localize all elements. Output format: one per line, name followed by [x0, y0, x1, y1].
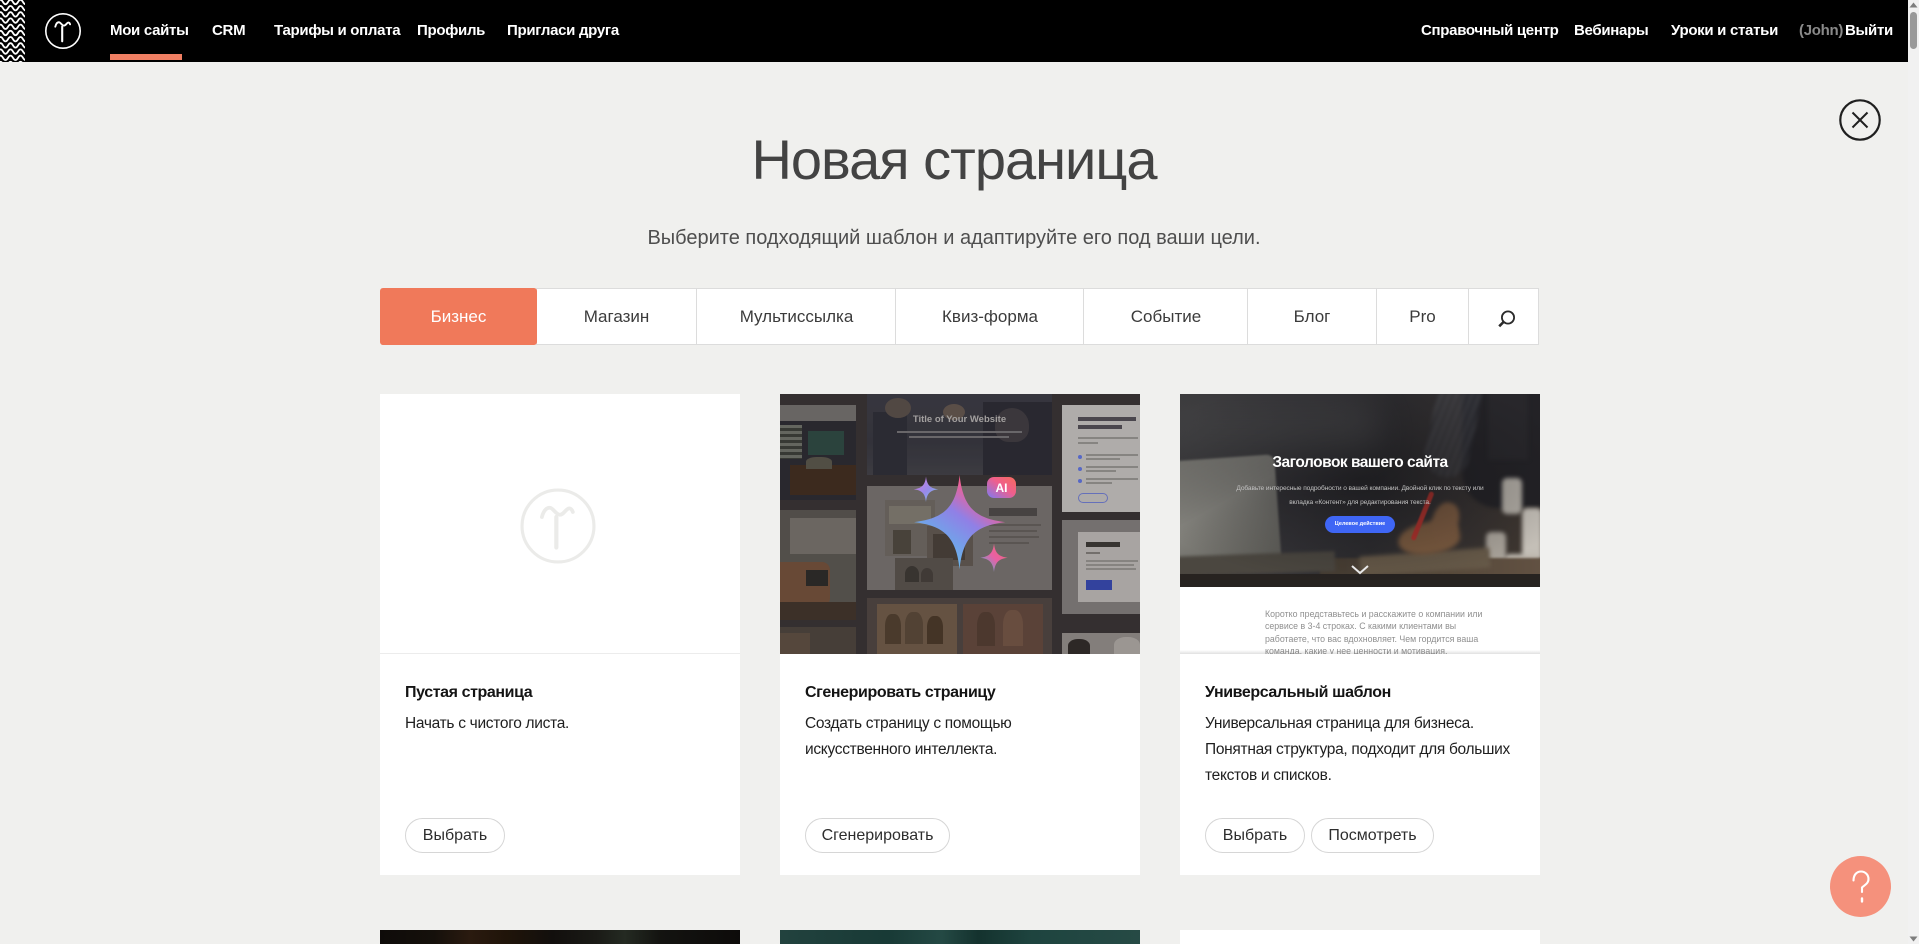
svg-text:AI: AI	[996, 481, 1008, 495]
